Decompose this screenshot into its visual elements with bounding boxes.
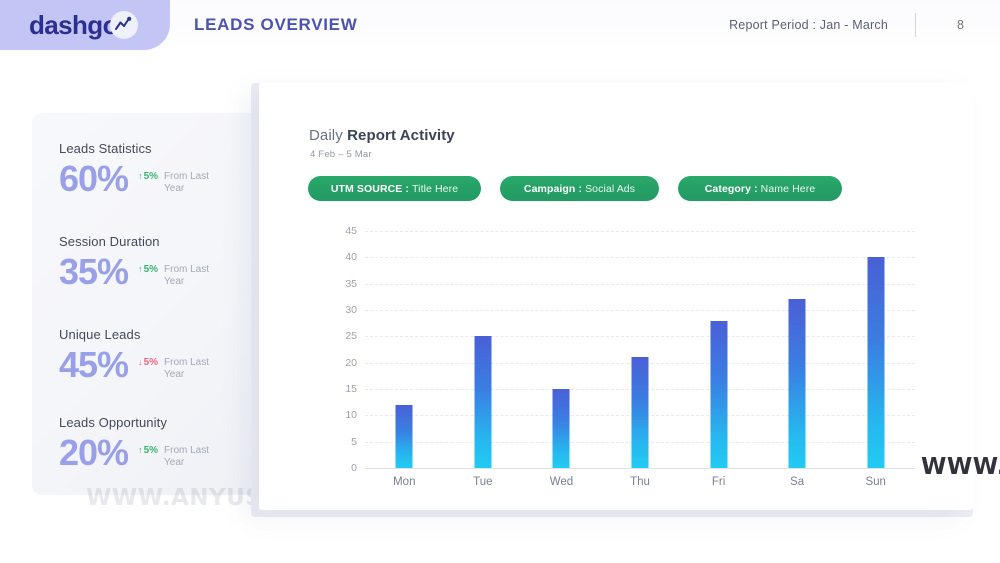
chart-title: Daily Report Activity — [309, 127, 455, 144]
y-axis-tick-label: 20 — [331, 357, 357, 369]
daily-report-activity-card: Daily Report Activity 4 Feb – 5 Mar UTM … — [259, 83, 973, 510]
pill-value: Social Ads — [585, 183, 635, 195]
logo-badge[interactable]: dashgo — [0, 0, 170, 50]
stat-sublabel: From Last Year — [164, 357, 226, 380]
header-bar: dashgo LEADS OVERVIEW Report Period : Ja… — [0, 0, 1000, 50]
arrow-down-icon: ↓ — [138, 357, 143, 368]
page-number: 8 — [957, 18, 964, 32]
chart-title-light: Daily — [309, 127, 347, 144]
stat-block-leads-statistics: Leads Statistics 60% ↑ 5% From Last Year — [59, 141, 274, 199]
x-axis-tick-label: Mon — [365, 476, 444, 488]
header-divider — [915, 13, 916, 37]
filter-pill-campaign[interactable]: Campaign : Social Ads — [500, 176, 659, 201]
stat-row: 35% ↑ 5% From Last Year — [59, 251, 274, 292]
stat-label: Session Duration — [59, 234, 274, 249]
pill-key: Category : — [705, 183, 758, 195]
slide-canvas: dashgo LEADS OVERVIEW Report Period : Ja… — [0, 0, 1000, 563]
stat-block-session-duration: Session Duration 35% ↑ 5% From Last Year — [59, 234, 274, 292]
chart-bar[interactable] — [867, 257, 884, 468]
chart-bar[interactable] — [553, 389, 570, 468]
x-axis-tick-label: Sun — [836, 476, 915, 488]
filter-pill-group: UTM SOURCE : Title Here Campaign : Socia… — [308, 176, 842, 201]
chart-title-bold: Report Activity — [347, 127, 455, 144]
chart-date-range: 4 Feb – 5 Mar — [310, 149, 372, 160]
x-axis-tick-label: Wed — [522, 476, 601, 488]
stat-row: 60% ↑ 5% From Last Year — [59, 158, 274, 199]
bar-slot — [444, 231, 523, 468]
filter-pill-utm-source[interactable]: UTM SOURCE : Title Here — [308, 176, 481, 201]
stat-block-unique-leads: Unique Leads 45% ↓ 5% From Last Year — [59, 327, 274, 385]
stat-delta-group: ↑ 5% From Last Year — [138, 171, 226, 194]
chart-circle-icon — [110, 11, 138, 39]
bar-chart-plot: 051015202530354045 MonTueWedThuFriSaSun — [331, 231, 915, 551]
chart-bar[interactable] — [631, 357, 648, 468]
logo-text: dashgo — [29, 12, 118, 38]
pill-value: Title Here — [412, 183, 458, 195]
stat-block-leads-opportunity: Leads Opportunity 20% ↑ 5% From Last Yea… — [59, 415, 274, 473]
bar-slot — [522, 231, 601, 468]
bar-slot — [836, 231, 915, 468]
x-axis: MonTueWedThuFriSaSun — [365, 476, 915, 496]
x-axis-tick-label: Sa — [758, 476, 837, 488]
stat-row: 45% ↓ 5% From Last Year — [59, 344, 274, 385]
filter-pill-category[interactable]: Category : Name Here — [678, 176, 842, 201]
x-axis-tick-label: Fri — [679, 476, 758, 488]
page-title: LEADS OVERVIEW — [194, 15, 357, 35]
y-axis-tick-label: 15 — [331, 383, 357, 395]
chart-bar[interactable] — [474, 336, 491, 468]
bar-slot — [601, 231, 680, 468]
stat-value: 35% — [59, 251, 128, 292]
stat-value: 60% — [59, 158, 128, 199]
bar-slot — [365, 231, 444, 468]
stat-label: Leads Statistics — [59, 141, 274, 156]
chart-bars — [365, 231, 915, 468]
arrow-up-icon: ↑ — [138, 264, 143, 275]
chart-bar[interactable] — [789, 299, 806, 468]
stat-label: Leads Opportunity — [59, 415, 274, 430]
bar-slot — [758, 231, 837, 468]
y-axis-tick-label: 25 — [331, 330, 357, 342]
stat-delta: 5% — [144, 264, 158, 275]
y-axis-tick-label: 10 — [331, 409, 357, 421]
stat-value: 20% — [59, 432, 128, 473]
stat-sublabel: From Last Year — [164, 171, 226, 194]
stat-delta: 5% — [144, 445, 158, 456]
y-axis-tick-label: 0 — [331, 462, 357, 474]
y-axis: 051015202530354045 — [331, 231, 357, 468]
chart-bar[interactable] — [710, 321, 727, 468]
stat-value: 45% — [59, 344, 128, 385]
chart-baseline — [365, 468, 915, 469]
x-axis-tick-label: Tue — [444, 476, 523, 488]
stat-row: 20% ↑ 5% From Last Year — [59, 432, 274, 473]
arrow-up-icon: ↑ — [138, 445, 143, 456]
y-axis-tick-label: 30 — [331, 304, 357, 316]
pill-key: Campaign : — [524, 183, 582, 195]
stat-delta: 5% — [144, 171, 158, 182]
chart-bar[interactable] — [396, 405, 413, 468]
y-axis-tick-label: 35 — [331, 278, 357, 290]
y-axis-tick-label: 5 — [331, 436, 357, 448]
pill-value: Name Here — [761, 183, 816, 195]
stat-delta-group: ↑ 5% From Last Year — [138, 445, 226, 468]
arrow-up-icon: ↑ — [138, 171, 143, 182]
x-axis-tick-label: Thu — [601, 476, 680, 488]
stat-delta: 5% — [144, 357, 158, 368]
stat-sublabel: From Last Year — [164, 445, 226, 468]
stat-sublabel: From Last Year — [164, 264, 226, 287]
stat-delta-group: ↑ 5% From Last Year — [138, 264, 226, 287]
stat-delta-group: ↓ 5% From Last Year — [138, 357, 226, 380]
pill-key: UTM SOURCE : — [331, 183, 409, 195]
y-axis-tick-label: 45 — [331, 225, 357, 237]
stat-label: Unique Leads — [59, 327, 274, 342]
bar-slot — [679, 231, 758, 468]
report-period-label: Report Period : Jan - March — [729, 18, 888, 32]
watermark-right: WWW.ANYUSJ.COM — [921, 454, 1000, 480]
y-axis-tick-label: 40 — [331, 251, 357, 263]
